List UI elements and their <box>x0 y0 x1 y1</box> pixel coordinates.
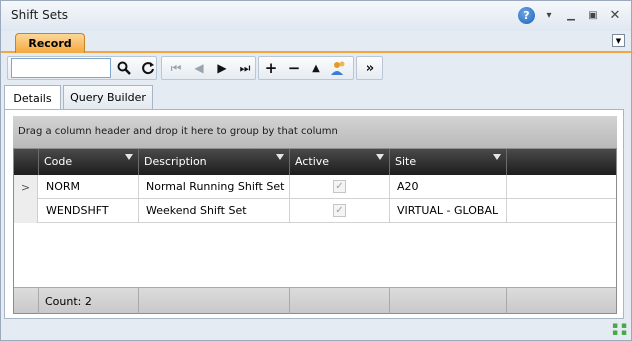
next-record-icon[interactable]: ▶ <box>211 58 233 78</box>
cell-active: ✓ <box>290 175 390 199</box>
active-checkbox[interactable]: ✓ <box>333 180 346 193</box>
column-label-active: Active <box>295 155 330 168</box>
window-title: Shift Sets <box>11 8 69 22</box>
record-toolbar: ⏮ ◀ ▶ ⏭ + − ▲ » <box>7 55 383 81</box>
filter-icon[interactable] <box>276 154 284 160</box>
cell-description: Weekend Shift Set <box>139 199 290 223</box>
cell-active: ✓ <box>290 199 390 223</box>
footer-active <box>290 288 390 314</box>
group-by-bar[interactable]: Drag a column header and drop it here to… <box>13 116 617 148</box>
grid-header: Code Description Active Site <box>14 149 616 175</box>
active-checkbox[interactable]: ✓ <box>333 204 346 217</box>
header-indicator <box>14 149 39 175</box>
table-row[interactable]: > NORM Normal Running Shift Set ✓ A20 <box>14 175 616 199</box>
search-icon[interactable] <box>113 58 135 78</box>
row-count: Count: 2 <box>39 288 139 314</box>
last-record-icon[interactable]: ⏭ <box>234 58 256 78</box>
grid-footer: Count: 2 <box>14 287 616 314</box>
current-row-indicator-icon: > <box>14 175 38 199</box>
tab-query-builder[interactable]: Query Builder <box>63 85 153 109</box>
column-label-site: Site <box>395 155 417 168</box>
remove-icon[interactable]: − <box>283 58 305 78</box>
shift-sets-window: Shift Sets ? ▾ ▁ ▣ ✕ Record ▼ ⏮ ◀ ▶ ⏭ + … <box>0 0 632 341</box>
close-icon[interactable]: ✕ <box>607 8 623 23</box>
title-bar: Shift Sets ? ▾ ▁ ▣ ✕ <box>1 1 631 31</box>
table-row[interactable]: WENDSHFT Weekend Shift Set ✓ VIRTUAL - G… <box>14 199 616 223</box>
column-header-description[interactable]: Description <box>139 149 290 175</box>
tab-menu-icon[interactable]: ▼ <box>612 34 625 47</box>
search-input[interactable] <box>11 58 111 78</box>
cell-site: VIRTUAL - GLOBAL <box>390 199 507 223</box>
details-panel: Drag a column header and drop it here to… <box>4 109 624 319</box>
cell-description: Normal Running Shift Set <box>139 175 290 199</box>
footer-indicator <box>14 288 39 314</box>
filter-icon[interactable] <box>376 154 384 160</box>
move-up-icon[interactable]: ▲ <box>305 58 327 78</box>
minimize-icon[interactable]: ▁ <box>563 9 579 23</box>
record-tab-strip: Record ▼ <box>1 31 631 53</box>
column-header-site[interactable]: Site <box>390 149 507 175</box>
shift-sets-grid: Code Description Active Site > NORM Norm… <box>13 148 617 314</box>
resize-grip-icon[interactable]: ▪ ▪ ▪ ▪ <box>612 322 627 338</box>
row-indicator <box>14 199 38 223</box>
filter-icon[interactable] <box>125 154 133 160</box>
refresh-icon[interactable] <box>137 58 159 78</box>
first-record-icon[interactable]: ⏮ <box>165 58 187 78</box>
tab-record[interactable]: Record <box>15 33 85 53</box>
help-icon[interactable]: ? <box>518 7 535 24</box>
users-icon[interactable] <box>328 58 350 78</box>
column-header-code[interactable]: Code <box>39 149 139 175</box>
title-bar-controls: ? ▾ ▁ ▣ ✕ <box>518 7 623 24</box>
panel-tabs: Details Query Builder <box>1 85 631 110</box>
more-icon[interactable]: » <box>359 58 381 78</box>
cell-code: WENDSHFT <box>39 199 139 223</box>
previous-record-icon[interactable]: ◀ <box>188 58 210 78</box>
add-icon[interactable]: + <box>260 58 282 78</box>
filter-icon[interactable] <box>493 154 501 160</box>
column-label-code: Code <box>44 155 73 168</box>
footer-site <box>390 288 507 314</box>
column-header-active[interactable]: Active <box>290 149 390 175</box>
tab-details[interactable]: Details <box>4 85 61 110</box>
column-label-description: Description <box>144 155 207 168</box>
cell-code: NORM <box>39 175 139 199</box>
maximize-icon[interactable]: ▣ <box>585 9 601 23</box>
help-dropdown-icon[interactable]: ▾ <box>541 9 557 23</box>
cell-site: A20 <box>390 175 507 199</box>
footer-description <box>139 288 290 314</box>
